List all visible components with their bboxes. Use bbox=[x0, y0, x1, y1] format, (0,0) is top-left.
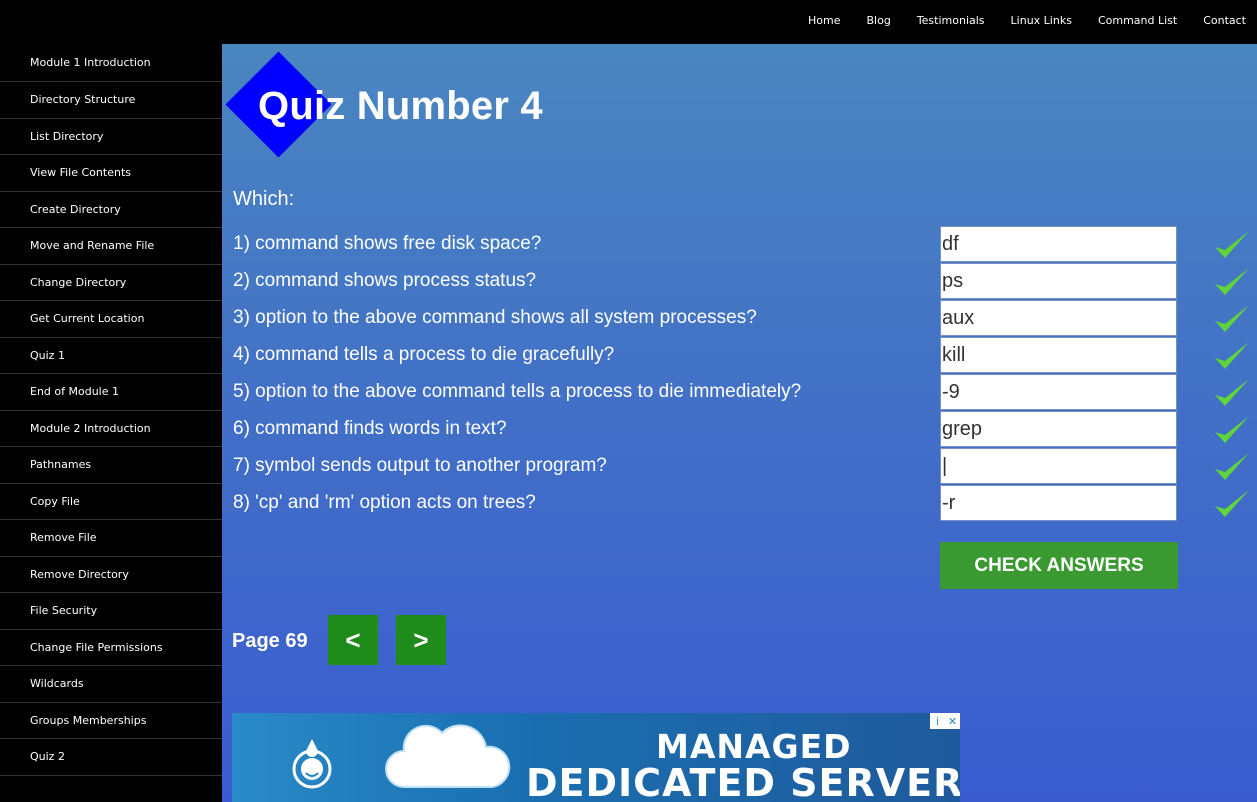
question-text: 1) command shows free disk space? bbox=[233, 233, 542, 254]
nav-link-linux-links[interactable]: Linux Links bbox=[1011, 14, 1072, 27]
question-row: 1) command shows free disk space? bbox=[222, 226, 1257, 263]
sidebar-item-remove-directory[interactable]: Remove Directory bbox=[0, 557, 222, 593]
mascot-logo-icon bbox=[292, 739, 332, 789]
advertisement-banner[interactable]: MANAGED DEDICATED SERVERS i ✕ bbox=[232, 713, 960, 802]
top-nav-links: Home Blog Testimonials Linux Links Comma… bbox=[782, 0, 1246, 40]
nav-link-testimonials[interactable]: Testimonials bbox=[917, 14, 985, 27]
top-navigation-bar: Home Blog Testimonials Linux Links Comma… bbox=[0, 0, 1257, 44]
check-answers-button[interactable]: CHECK ANSWERS bbox=[940, 542, 1178, 589]
sidebar-item-copy-file[interactable]: Copy File bbox=[0, 484, 222, 520]
correct-check-icon bbox=[1215, 379, 1249, 406]
cloud-icon bbox=[385, 724, 511, 788]
question-text: 7) symbol sends output to another progra… bbox=[233, 455, 607, 476]
correct-check-icon bbox=[1215, 268, 1249, 295]
question-text: 3) option to the above command shows all… bbox=[233, 307, 757, 328]
question-text: 4) command tells a process to die gracef… bbox=[233, 344, 615, 365]
sidebar-item-move-rename-file[interactable]: Move and Rename File bbox=[0, 228, 222, 265]
sidebar-item-change-directory[interactable]: Change Directory bbox=[0, 265, 222, 301]
sidebar-item-pathnames[interactable]: Pathnames bbox=[0, 447, 222, 484]
main-content: Quiz Number 4 Which: 1) command shows fr… bbox=[222, 44, 1257, 802]
question-row: 2) command shows process status? bbox=[222, 263, 1257, 300]
nav-link-home[interactable]: Home bbox=[808, 14, 840, 27]
sidebar-item-wildcards[interactable]: Wildcards bbox=[0, 666, 222, 703]
correct-check-icon bbox=[1215, 342, 1249, 369]
page-title: Quiz Number 4 bbox=[258, 84, 543, 128]
page-number: Page 69 bbox=[232, 630, 308, 652]
sidebar-item-view-file-contents[interactable]: View File Contents bbox=[0, 155, 222, 192]
question-text: 5) option to the above command tells a p… bbox=[233, 381, 802, 402]
nav-link-contact[interactable]: Contact bbox=[1203, 14, 1246, 27]
answer-input[interactable] bbox=[940, 411, 1177, 447]
sidebar-item-directory-structure[interactable]: Directory Structure bbox=[0, 82, 222, 119]
question-row: 5) option to the above command tells a p… bbox=[222, 374, 1257, 411]
answer-input[interactable] bbox=[940, 337, 1177, 373]
answer-input[interactable] bbox=[940, 263, 1177, 299]
answer-input[interactable] bbox=[940, 374, 1177, 410]
next-page-button[interactable]: > bbox=[396, 615, 446, 665]
question-row: 7) symbol sends output to another progra… bbox=[222, 448, 1257, 485]
sidebar-item-module-1-introduction[interactable]: Module 1 Introduction bbox=[0, 44, 222, 82]
question-row: 4) command tells a process to die gracef… bbox=[222, 337, 1257, 374]
sidebar-item-create-directory[interactable]: Create Directory bbox=[0, 192, 222, 228]
quiz-intro: Which: bbox=[233, 188, 295, 210]
correct-check-icon bbox=[1215, 453, 1249, 480]
nav-link-command-list[interactable]: Command List bbox=[1098, 14, 1177, 27]
sidebar-item-end-of-module-1[interactable]: End of Module 1 bbox=[0, 374, 222, 411]
nav-link-blog[interactable]: Blog bbox=[866, 14, 890, 27]
ad-close-icon[interactable]: ✕ bbox=[945, 713, 960, 729]
question-row: 6) command finds words in text? bbox=[222, 411, 1257, 448]
question-text: 8) 'cp' and 'rm' option acts on trees? bbox=[233, 492, 536, 513]
sidebar-item-groups-memberships[interactable]: Groups Memberships bbox=[0, 703, 222, 739]
answer-input[interactable] bbox=[940, 226, 1177, 262]
sidebar-item-quiz-1[interactable]: Quiz 1 bbox=[0, 338, 222, 374]
sidebar-item-list-directory[interactable]: List Directory bbox=[0, 119, 222, 155]
sidebar-item-module-2-introduction[interactable]: Module 2 Introduction bbox=[0, 411, 222, 447]
question-row: 3) option to the above command shows all… bbox=[222, 300, 1257, 337]
answer-input[interactable] bbox=[940, 485, 1177, 521]
question-text: 6) command finds words in text? bbox=[233, 418, 507, 439]
answer-input[interactable] bbox=[940, 448, 1177, 484]
sidebar-item-change-file-permissions[interactable]: Change File Permissions bbox=[0, 630, 222, 666]
ad-controls: i ✕ bbox=[930, 713, 960, 729]
previous-page-button[interactable]: < bbox=[328, 615, 378, 665]
question-row: 8) 'cp' and 'rm' option acts on trees? bbox=[222, 485, 1257, 522]
sidebar: Module 1 Introduction Directory Structur… bbox=[0, 44, 222, 802]
sidebar-item-remove-file[interactable]: Remove File bbox=[0, 520, 222, 557]
correct-check-icon bbox=[1215, 231, 1249, 258]
sidebar-item-file-security[interactable]: File Security bbox=[0, 593, 222, 630]
correct-check-icon bbox=[1215, 416, 1249, 443]
question-text: 2) command shows process status? bbox=[233, 270, 537, 291]
answer-input[interactable] bbox=[940, 300, 1177, 336]
correct-check-icon bbox=[1215, 305, 1249, 332]
sidebar-item-get-current-location[interactable]: Get Current Location bbox=[0, 301, 222, 338]
correct-check-icon bbox=[1215, 490, 1249, 517]
ad-info-icon[interactable]: i bbox=[930, 713, 945, 729]
ad-headline-bottom: DEDICATED SERVERS bbox=[526, 761, 960, 802]
sidebar-item-quiz-2[interactable]: Quiz 2 bbox=[0, 739, 222, 776]
